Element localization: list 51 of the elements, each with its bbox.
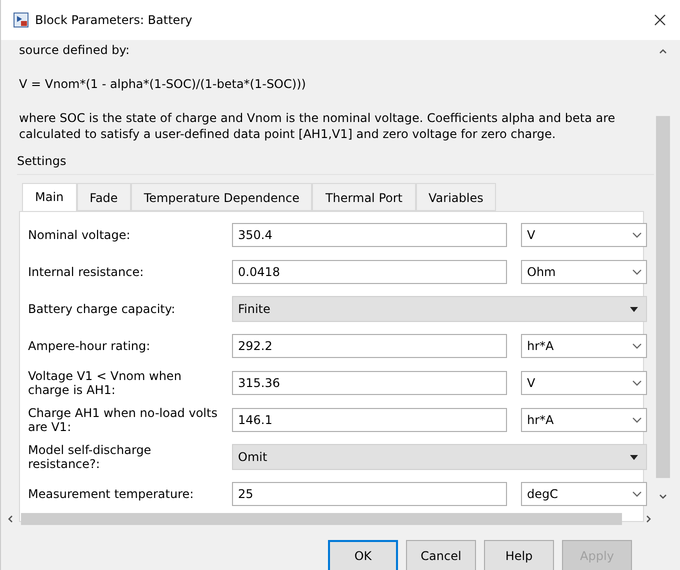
chevron-down-icon	[632, 343, 642, 349]
chevron-down-icon	[632, 232, 642, 238]
window-title: Block Parameters: Battery	[35, 13, 194, 27]
field-label: Measurement temperature:	[28, 487, 195, 501]
description-text: source defined by:	[19, 42, 131, 58]
scroll-up-icon[interactable]	[659, 48, 667, 56]
value-field[interactable]: 350.4	[232, 223, 507, 247]
tab[interactable]: Variables	[416, 183, 496, 211]
option-dropdown[interactable]: Omit	[232, 444, 647, 470]
section-title: Settings	[17, 152, 654, 175]
field-label: Battery charge capacity:	[28, 302, 176, 316]
value-field[interactable]: 292.2	[232, 334, 507, 358]
unit-dropdown[interactable]: degC	[521, 482, 647, 506]
tab[interactable]: Main	[22, 183, 77, 212]
description-text: V = Vnom*(1 - alpha*(1-SOC)/(1-beta*(1-SOC)))	[19, 76, 307, 92]
chevron-down-icon	[632, 269, 642, 275]
tab[interactable]: Thermal Port	[312, 183, 416, 211]
field-label: Ampere-hour rating:	[28, 339, 152, 353]
chevron-down-icon	[632, 491, 642, 497]
unit-dropdown[interactable]: hr*A	[521, 334, 647, 358]
field-label: Voltage V1 < Vnom when charge is AH1:	[28, 369, 182, 397]
unit-dropdown[interactable]: V	[521, 223, 647, 247]
value-field[interactable]: 146.1	[232, 408, 507, 432]
scroll-left-icon[interactable]	[7, 515, 15, 523]
block-icon	[13, 12, 29, 28]
chevron-down-icon	[632, 417, 642, 423]
tab[interactable]: Fade	[76, 183, 131, 211]
dialog-button[interactable]: OK	[328, 540, 398, 570]
scroll-down-icon[interactable]	[659, 492, 667, 500]
description-text: where SOC is the state of charge and Vnom is the nominal voltage. Coefficients alpha and beta are calculated to satisfy a user-defined data point [AH1,V1] and zero voltage for zero charge.	[19, 110, 616, 142]
scrollbar-thumb[interactable]	[21, 513, 622, 525]
close-icon	[654, 14, 666, 26]
field-label: Model self-discharge resistance?:	[28, 443, 152, 471]
field-label: Nominal voltage:	[28, 228, 132, 242]
field-label: Internal resistance:	[28, 265, 145, 279]
value-field[interactable]: 315.36	[232, 371, 507, 395]
chevron-down-icon	[632, 380, 642, 386]
scroll-right-icon[interactable]	[644, 515, 652, 523]
field-label: Charge AH1 when no-load volts are V1:	[28, 406, 218, 434]
caret-icon	[630, 306, 638, 312]
value-field[interactable]: 25	[232, 482, 507, 506]
value-field[interactable]: 0.0418	[232, 260, 507, 284]
scrollbar-thumb[interactable]	[656, 116, 670, 478]
tab[interactable]: Temperature Dependence	[130, 183, 312, 211]
option-dropdown[interactable]: Finite	[232, 296, 647, 322]
unit-dropdown[interactable]: V	[521, 371, 647, 395]
dialog-button[interactable]: Cancel	[406, 540, 476, 570]
unit-dropdown[interactable]: hr*A	[521, 408, 647, 432]
caret-icon	[630, 454, 638, 460]
dialog-button[interactable]: Help	[484, 540, 554, 570]
unit-dropdown[interactable]: Ohm	[521, 260, 647, 284]
